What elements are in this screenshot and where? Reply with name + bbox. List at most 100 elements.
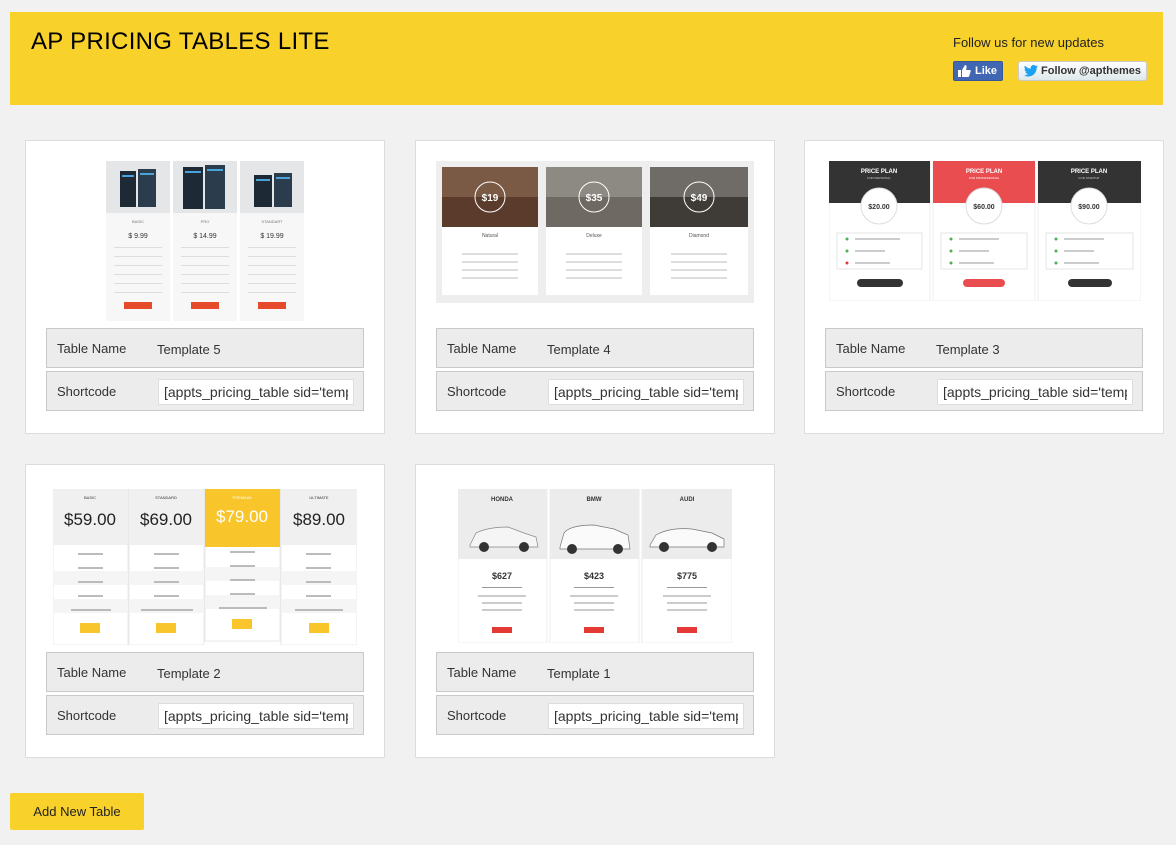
brand-name: AUDI [680, 497, 695, 503]
shortcode-input[interactable] [548, 379, 744, 405]
table-name-value: Template 2 [157, 666, 221, 681]
plan-price: $49 [691, 193, 708, 204]
pricing-table-card: BASIC $59.00 STANDARD $69.00 PREMIUM $79… [25, 464, 385, 758]
follow-text: Follow us for new updates [953, 35, 1105, 50]
plan-price: $423 [584, 571, 604, 581]
plan-heading: PRICE PLAN [966, 169, 1002, 175]
brand-name: BMW [587, 497, 602, 503]
shortcode-row: Shortcode [46, 695, 364, 735]
pricing-table-card: $19 Natural $35 Deluxe $49 Diamond Table… [415, 140, 775, 434]
shortcode-row: Shortcode [436, 371, 754, 411]
pricing-table-card: BASIC $ 9.99 PRO $ 14.99 STANDART $ 19.9… [25, 140, 385, 434]
plan-column: PRO $ 14.99 [173, 161, 237, 321]
template-1-preview: HONDA $627 BMW $423 AUDI $775 [458, 489, 732, 643]
plan-column: $49 Diamond [650, 167, 748, 295]
plan-name: Deluxe [586, 233, 602, 239]
table-name-value: Template 5 [157, 342, 221, 357]
plan-name: BASIC [132, 219, 144, 224]
plan-price: $19 [482, 193, 499, 204]
like-label: Like [975, 65, 998, 77]
plan-column: PRICE PLAN FOR STARTUP $90.00 [1037, 161, 1141, 301]
plan-price: $90.00 [1078, 204, 1100, 211]
plan-column: STANDART $ 19.99 [240, 161, 304, 321]
plan-column: STANDARD $69.00 [128, 489, 205, 645]
template-5-preview: BASIC $ 9.99 PRO $ 14.99 STANDART $ 19.9… [106, 161, 304, 321]
plan-column: BMW $423 [549, 489, 640, 643]
plan-price: $775 [677, 571, 697, 581]
plan-price: $89.00 [293, 510, 345, 529]
template-3-preview: PRICE PLAN FOR PERSONAL $20.00 PRICE PLA… [829, 161, 1141, 301]
plan-price: $ 19.99 [260, 233, 283, 240]
plan-heading: PRICE PLAN [861, 169, 897, 175]
table-name-row: Table Name Template 1 [436, 652, 754, 692]
plan-name: PRO [201, 219, 210, 224]
plan-name: STANDART [261, 219, 283, 224]
plan-name: STANDARD [155, 495, 177, 500]
table-name-label: Table Name [57, 665, 127, 680]
shortcode-row: Shortcode [436, 695, 754, 735]
page-header: AP PRICING TABLES LITE Follow us for new… [10, 12, 1163, 105]
shortcode-input[interactable] [937, 379, 1133, 405]
template-4-preview: $19 Natural $35 Deluxe $49 Diamond [436, 161, 754, 303]
plan-column: $19 Natural [442, 167, 538, 295]
table-name-row: Table Name Template 2 [46, 652, 364, 692]
twitter-bird-icon [1024, 65, 1038, 77]
shortcode-input[interactable] [158, 703, 354, 729]
plan-price: $35 [586, 193, 603, 204]
brand-name: HONDA [491, 497, 514, 503]
plan-sub: FOR PROFESSIONAL [969, 176, 1000, 180]
plan-price: $20.00 [868, 204, 890, 211]
table-name-value: Template 3 [936, 342, 1000, 357]
table-name-label: Table Name [447, 341, 517, 356]
plan-column: PREMIUM $79.00 [204, 489, 281, 642]
plan-name: ULTIMATE [309, 495, 329, 500]
plan-name: Diamond [689, 233, 709, 239]
plan-sub: FOR PERSONAL [867, 176, 891, 180]
plan-column: PRICE PLAN FOR PERSONAL $20.00 [829, 161, 931, 301]
plan-price: $60.00 [973, 204, 995, 211]
plan-sub: FOR STARTUP [1079, 176, 1100, 180]
shortcode-label: Shortcode [447, 708, 507, 723]
table-name-row: Table Name Template 3 [825, 328, 1143, 368]
plan-price: $69.00 [140, 510, 192, 529]
page-title: AP PRICING TABLES LITE [31, 28, 330, 55]
plan-name: BASIC [84, 495, 96, 500]
plan-column: AUDI $775 [641, 489, 732, 643]
shortcode-label: Shortcode [57, 384, 117, 399]
twitter-follow-button[interactable]: Follow @apthemes [1018, 61, 1147, 81]
shortcode-input[interactable] [158, 379, 354, 405]
table-name-row: Table Name Template 4 [436, 328, 754, 368]
plan-column: HONDA $627 [458, 489, 548, 643]
plan-name: PREMIUM [233, 495, 252, 500]
plan-column: PRICE PLAN FOR PROFESSIONAL $60.00 [932, 161, 1036, 301]
thumbs-up-icon [958, 65, 971, 77]
shortcode-row: Shortcode [46, 371, 364, 411]
plan-column: BASIC $59.00 [53, 489, 129, 645]
pricing-table-card: PRICE PLAN FOR PERSONAL $20.00 PRICE PLA… [804, 140, 1164, 434]
plan-price: $79.00 [216, 507, 268, 526]
shortcode-row: Shortcode [825, 371, 1143, 411]
shortcode-label: Shortcode [836, 384, 896, 399]
pricing-table-card: HONDA $627 BMW $423 AUDI $775 Table Name… [415, 464, 775, 758]
plan-price: $ 14.99 [193, 233, 216, 240]
table-name-label: Table Name [57, 341, 127, 356]
table-name-label: Table Name [836, 341, 906, 356]
add-new-table-button[interactable]: Add New Table [10, 793, 144, 830]
template-2-preview: BASIC $59.00 STANDARD $69.00 PREMIUM $79… [53, 489, 357, 645]
shortcode-input[interactable] [548, 703, 744, 729]
shortcode-label: Shortcode [57, 708, 117, 723]
plan-price: $59.00 [64, 510, 116, 529]
facebook-like-button[interactable]: Like [953, 61, 1004, 81]
table-name-row: Table Name Template 5 [46, 328, 364, 368]
plan-column: ULTIMATE $89.00 [280, 489, 357, 645]
plan-column: BASIC $ 9.99 [106, 161, 170, 321]
plan-price: $627 [492, 571, 512, 581]
plan-column: $35 Deluxe [546, 167, 642, 295]
table-name-value: Template 4 [547, 342, 611, 357]
table-name-value: Template 1 [547, 666, 611, 681]
twitter-follow-label: Follow @apthemes [1041, 65, 1141, 77]
plan-name: Natural [482, 233, 498, 239]
plan-price: $ 9.99 [128, 233, 148, 240]
plan-heading: PRICE PLAN [1071, 169, 1107, 175]
table-name-label: Table Name [447, 665, 517, 680]
